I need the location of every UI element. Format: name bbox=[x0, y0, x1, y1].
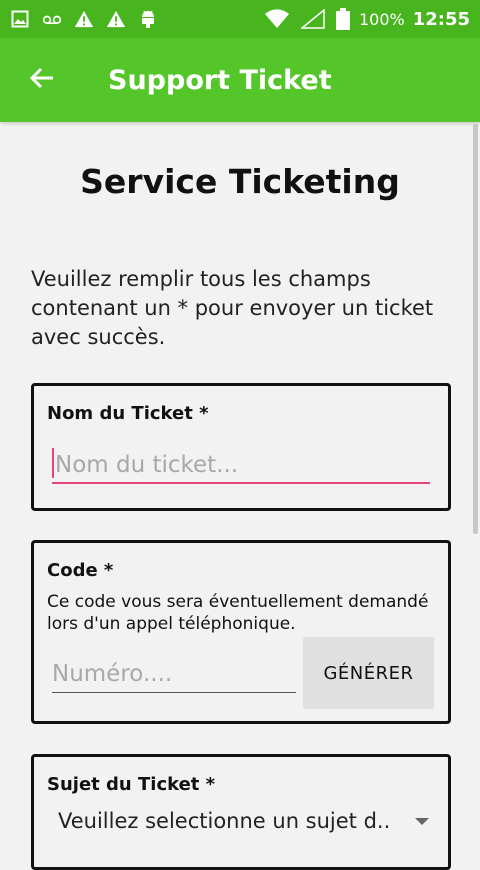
subject-select[interactable]: Veuillez selectionne un sujet d.. bbox=[47, 801, 437, 841]
ticket-name-label: Nom du Ticket * bbox=[47, 403, 209, 424]
page-title: Service Ticketing bbox=[80, 162, 400, 201]
text-caret bbox=[52, 448, 54, 478]
intro-text: Veuillez remplir tous les champs contena… bbox=[31, 267, 434, 349]
ticket-name-input[interactable]: Nom du ticket... bbox=[52, 446, 430, 484]
ticket-name-placeholder: Nom du ticket... bbox=[55, 452, 239, 478]
warning-icon bbox=[74, 9, 94, 29]
voicemail-icon bbox=[42, 9, 62, 29]
image-icon bbox=[10, 9, 30, 29]
subject-card: Sujet du Ticket * Veuillez selectionne u… bbox=[31, 754, 451, 870]
status-time: 12:55 bbox=[412, 8, 470, 30]
code-input[interactable]: Numéro.... bbox=[52, 657, 296, 693]
code-placeholder: Numéro.... bbox=[52, 661, 173, 687]
back-button[interactable] bbox=[14, 52, 70, 108]
warning-icon bbox=[106, 9, 126, 29]
status-bar-system: 100% 12:55 bbox=[263, 8, 480, 30]
android-icon bbox=[138, 9, 158, 29]
subject-label: Sujet du Ticket * bbox=[47, 774, 216, 795]
battery-percent: 100% bbox=[358, 9, 405, 29]
app-bar-title: Support Ticket bbox=[108, 64, 332, 96]
code-card: Code * Ce code vous sera éventuellement … bbox=[31, 540, 451, 724]
dropdown-arrow-icon bbox=[415, 817, 429, 825]
subject-selected-value: Veuillez selectionne un sujet d.. bbox=[58, 809, 391, 833]
battery-icon bbox=[335, 8, 351, 30]
generate-button[interactable]: GÉNÉRER bbox=[303, 637, 434, 709]
code-help-text: Ce code vous sera éventuellement demandé… bbox=[47, 592, 429, 634]
wifi-icon bbox=[263, 9, 291, 29]
code-label: Code * bbox=[47, 560, 114, 581]
status-bar-notifications bbox=[0, 9, 158, 29]
arrow-left-icon bbox=[29, 66, 55, 94]
signal-icon bbox=[299, 9, 327, 29]
app-bar: Support Ticket bbox=[0, 38, 480, 122]
ticket-name-card: Nom du Ticket * Nom du ticket... bbox=[31, 383, 451, 511]
status-bar: 100% 12:55 bbox=[0, 0, 480, 38]
